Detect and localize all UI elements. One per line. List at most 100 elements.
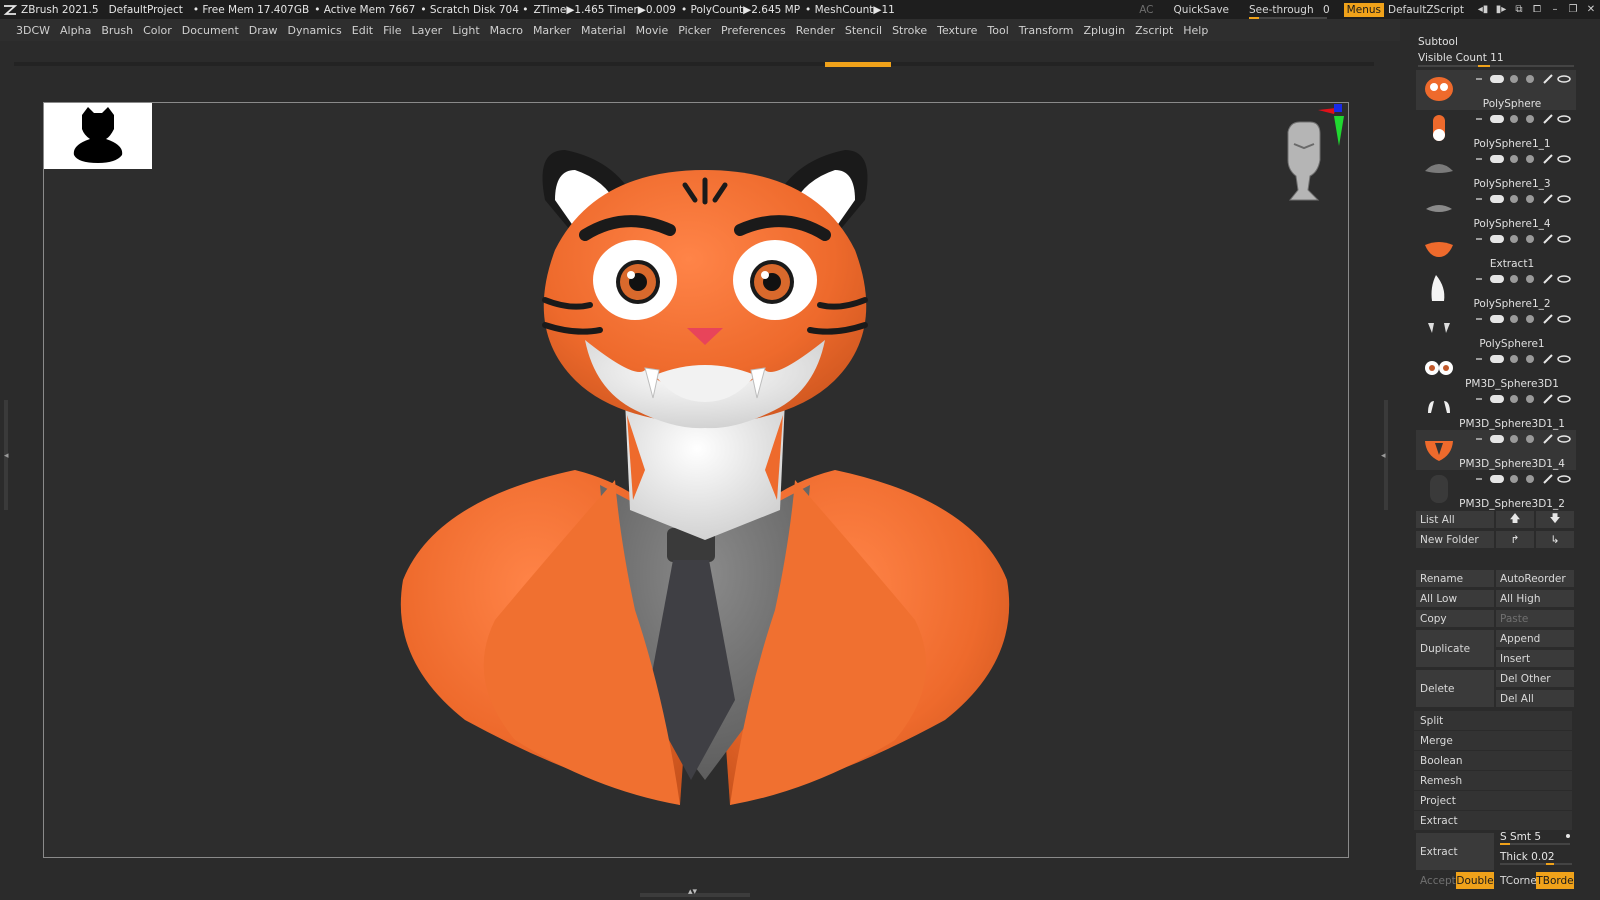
menu-dynamics[interactable]: Dynamics <box>283 24 347 37</box>
menu-document[interactable]: Document <box>177 24 244 37</box>
tborde-toggle[interactable]: TBorde <box>1536 872 1574 889</box>
menu-alpha[interactable]: Alpha <box>55 24 96 37</box>
menu-file[interactable]: File <box>378 24 406 37</box>
subtool-item-polysphere1-2[interactable]: PolySphere1_2 <box>1416 270 1576 310</box>
copy-button[interactable]: Copy <box>1416 610 1494 627</box>
subtool-controls[interactable] <box>1476 73 1576 85</box>
menu-picker[interactable]: Picker <box>673 24 716 37</box>
s-smt-slider[interactable]: S Smt 5 <box>1500 831 1570 845</box>
restore-icon[interactable]: ❐ <box>1564 4 1582 15</box>
menu-material[interactable]: Material <box>576 24 631 37</box>
remesh-section[interactable]: Remesh <box>1414 771 1572 790</box>
menu-edit[interactable]: Edit <box>347 24 378 37</box>
ac-toggle[interactable]: AC <box>1139 4 1153 16</box>
extract-section[interactable]: Extract <box>1414 811 1572 830</box>
menu-tool[interactable]: Tool <box>982 24 1013 37</box>
subtool-item-pm3d-sphere3d1-1[interactable]: PM3D_Sphere3D1_1 <box>1416 390 1576 430</box>
subtool-controls[interactable] <box>1476 113 1576 125</box>
delete-button[interactable]: Delete <box>1416 670 1494 707</box>
default-zscript-button[interactable]: DefaultZScript <box>1388 4 1464 16</box>
subtool-item-pm3d-sphere3d1[interactable]: PM3D_Sphere3D1 <box>1416 350 1576 390</box>
subtool-controls[interactable] <box>1476 193 1576 205</box>
menu-render[interactable]: Render <box>791 24 840 37</box>
move-down-icon[interactable]: 🡇 <box>1536 511 1574 528</box>
subtool-item-polysphere1-3[interactable]: PolySphere1_3 <box>1416 150 1576 190</box>
subtool-controls[interactable] <box>1476 313 1576 325</box>
subtool-item-polysphere1-4[interactable]: PolySphere1_4 <box>1416 190 1576 230</box>
menu-3dcw[interactable]: 3DCW <box>0 24 55 37</box>
subtool-controls[interactable] <box>1476 473 1576 485</box>
close-icon[interactable]: ✕ <box>1582 4 1600 15</box>
menu-macro[interactable]: Macro <box>485 24 528 37</box>
list-all-button[interactable]: List All <box>1416 511 1494 528</box>
bottom-tray-arrow-icon[interactable]: ▴▾ <box>688 887 697 897</box>
subtool-item-polysphere1-1[interactable]: PolySphere1_1 <box>1416 110 1576 150</box>
menu-help[interactable]: Help <box>1178 24 1213 37</box>
move-into-folder-icon[interactable]: ↱ <box>1496 531 1534 548</box>
tcorne-toggle[interactable]: TCorne <box>1496 872 1537 889</box>
layout-prev-icon[interactable]: ◂▮ <box>1474 4 1492 15</box>
autoreorder-button[interactable]: AutoReorder <box>1496 570 1574 587</box>
s-smt-label: S Smt 5 <box>1500 831 1542 843</box>
extract-button[interactable]: Extract <box>1416 833 1494 870</box>
menu-movie[interactable]: Movie <box>631 24 674 37</box>
menu-transform[interactable]: Transform <box>1014 24 1079 37</box>
del-other-button[interactable]: Del Other <box>1496 670 1574 687</box>
see-through-slider[interactable]: See-through 0 <box>1249 4 1330 19</box>
subtool-item-polysphere[interactable]: PolySphere <box>1416 70 1576 110</box>
subtool-controls[interactable] <box>1476 393 1576 405</box>
subtool-header[interactable]: Subtool <box>1418 36 1458 48</box>
duplicate-button[interactable]: Duplicate <box>1416 630 1494 667</box>
menus-button[interactable]: Menus <box>1343 2 1384 17</box>
subtool-controls[interactable] <box>1476 153 1576 165</box>
thick-slider[interactable]: Thick 0.02 <box>1500 851 1572 865</box>
rename-button[interactable]: Rename <box>1416 570 1494 587</box>
menu-zplugin[interactable]: Zplugin <box>1079 24 1131 37</box>
subtool-item-extract1[interactable]: Extract1 <box>1416 230 1576 270</box>
visible-count-slider[interactable] <box>1418 65 1574 67</box>
menu-brush[interactable]: Brush <box>96 24 138 37</box>
quicksave-button[interactable]: QuickSave <box>1174 4 1229 16</box>
paste-button[interactable]: Paste <box>1496 610 1574 627</box>
move-out-folder-icon[interactable]: ↳ <box>1536 531 1574 548</box>
menu-stroke[interactable]: Stroke <box>887 24 932 37</box>
insert-button[interactable]: Insert <box>1496 650 1574 667</box>
menu-preferences[interactable]: Preferences <box>716 24 791 37</box>
new-folder-button[interactable]: New Folder <box>1416 531 1494 548</box>
all-high-button[interactable]: All High <box>1496 590 1574 607</box>
orientation-gizmo-icon[interactable] <box>1264 104 1350 210</box>
menu-layer[interactable]: Layer <box>407 24 448 37</box>
split-section[interactable]: Split <box>1414 711 1572 730</box>
menu-zscript[interactable]: Zscript <box>1130 24 1178 37</box>
merge-section[interactable]: Merge <box>1414 731 1572 750</box>
tiger-3d-model[interactable] <box>395 140 1015 840</box>
ui-layout-icon[interactable]: ⧉ <box>1510 4 1528 15</box>
del-all-button[interactable]: Del All <box>1496 690 1574 707</box>
menu-marker[interactable]: Marker <box>528 24 576 37</box>
all-low-button[interactable]: All Low <box>1416 590 1494 607</box>
double-toggle[interactable]: Double <box>1456 872 1494 889</box>
subtool-item-polysphere1[interactable]: PolySphere1 <box>1416 310 1576 350</box>
subtool-controls[interactable] <box>1476 433 1576 445</box>
subtool-item-pm3d-sphere3d1-4[interactable]: PM3D_Sphere3D1_4 <box>1416 430 1576 470</box>
boolean-section[interactable]: Boolean <box>1414 751 1572 770</box>
menu-color[interactable]: Color <box>138 24 177 37</box>
accept-button[interactable]: Accept <box>1416 872 1456 889</box>
append-button[interactable]: Append <box>1496 630 1574 647</box>
subtool-controls[interactable] <box>1476 273 1576 285</box>
subtool-item-pm3d-sphere3d1-2[interactable]: PM3D_Sphere3D1_2 <box>1416 470 1576 510</box>
menu-texture[interactable]: Texture <box>932 24 982 37</box>
left-tray-arrow-icon[interactable]: ◂ <box>4 451 9 461</box>
right-tray-arrow-icon[interactable]: ◂ <box>1381 451 1386 461</box>
floating-palette-icon[interactable]: ⧠ <box>1528 4 1546 15</box>
menu-stencil[interactable]: Stencil <box>840 24 887 37</box>
minimize-icon[interactable]: – <box>1546 4 1564 15</box>
subtool-controls[interactable] <box>1476 353 1576 365</box>
layout-next-icon[interactable]: ▮▸ <box>1492 4 1510 15</box>
menu-light[interactable]: Light <box>447 24 484 37</box>
menu-draw[interactable]: Draw <box>244 24 283 37</box>
subtool-controls[interactable] <box>1476 233 1576 245</box>
navigator-thumbnail[interactable] <box>44 103 152 169</box>
project-section[interactable]: Project <box>1414 791 1572 810</box>
move-up-icon[interactable]: 🡅 <box>1496 511 1534 528</box>
